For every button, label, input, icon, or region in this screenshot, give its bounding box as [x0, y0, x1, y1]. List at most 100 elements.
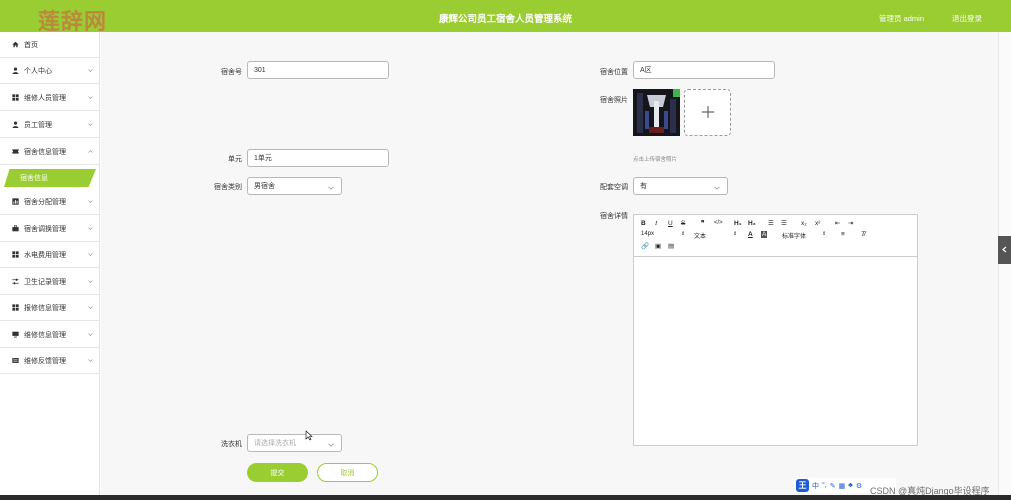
dorm-photo-label: 宿舍照片: [600, 97, 628, 104]
sidebar-item-repairman[interactable]: 维修人员管理: [0, 85, 100, 111]
dorm-location-label: 宿舍位置: [600, 69, 628, 76]
grid-icon: [12, 304, 19, 311]
top-bar: 莲辞网 康辉公司员工宿舍人员管理系统 管理员 admin 退出登录: [0, 0, 1011, 35]
sidebar: 首页 个人中心 维修人员管理 员工管理 宿舍信息管理 宿舍信息 宿舍分配管理 宿…: [0, 32, 100, 495]
dorm-type-select[interactable]: 男宿舍: [247, 177, 342, 195]
user-icon: [12, 67, 19, 74]
font-family-value: 标准字体: [782, 234, 807, 240]
outdent-icon[interactable]: ⇤: [835, 219, 840, 227]
sidebar-item-repair-report[interactable]: 报修信息管理: [0, 295, 100, 321]
user-icon: [12, 121, 19, 128]
app-title: 康辉公司员工宿舍人员管理系统: [438, 14, 572, 25]
dorm-type-label: 宿舍类别: [214, 184, 242, 191]
font-family-arrows-icon: ⇕: [822, 231, 827, 237]
logout-link[interactable]: 退出登录: [952, 13, 982, 24]
sliders-icon: [12, 278, 19, 285]
home-icon: [12, 41, 19, 48]
upload-photo-button[interactable]: [684, 89, 731, 136]
heading-2-icon[interactable]: H₂: [748, 220, 756, 227]
sidebar-item-dorm-exchange[interactable]: 宿舍调换管理: [0, 216, 100, 242]
list-icon: [12, 357, 19, 364]
link-icon[interactable]: 🔗: [641, 242, 649, 250]
quote-icon[interactable]: ❞: [701, 219, 705, 227]
upload-hint: 点击上传宿舍照片: [633, 157, 678, 163]
sidebar-item-label: 宿舍分配管理: [24, 198, 66, 206]
chevron-down-icon: [714, 185, 720, 190]
rich-text-editor[interactable]: B I U S ❞ </> H₁ H₂ ☰ ☰ x₂ x² ⇤ ⇥ 14px ⇕…: [633, 214, 918, 446]
dorm-location-input[interactable]: A区: [633, 61, 775, 79]
sidebar-item-label: 个人中心: [24, 67, 52, 75]
skin-icon[interactable]: ♣: [848, 482, 853, 489]
font-family-select[interactable]: 标准字体: [782, 231, 806, 240]
grid-icon: [12, 94, 19, 101]
font-size-arrows-icon: ⇕: [681, 231, 686, 237]
chevron-left-icon: [1002, 246, 1007, 255]
dorm-no-input[interactable]: 301: [247, 61, 389, 79]
aircon-select[interactable]: 有: [633, 177, 728, 195]
align-icon[interactable]: ≡: [841, 231, 845, 238]
sidebar-item-dorm-allocation[interactable]: 宿舍分配管理: [0, 189, 100, 215]
submit-button[interactable]: 提交: [247, 463, 308, 482]
chevron-down-icon: [328, 442, 334, 447]
cancel-button[interactable]: 取消: [317, 463, 378, 482]
sidebar-item-repair-feedback[interactable]: 维修反馈管理: [0, 348, 100, 374]
chevron-down-icon: [88, 68, 93, 73]
unit-input[interactable]: 1单元: [247, 149, 389, 167]
background-color-icon[interactable]: A: [761, 231, 768, 238]
superscript-icon[interactable]: x²: [815, 220, 820, 227]
font-size-select[interactable]: 14px: [641, 231, 654, 237]
briefcase-icon: [12, 225, 19, 232]
image-icon[interactable]: ▣: [655, 242, 661, 250]
ordered-list-icon[interactable]: ☰: [768, 219, 774, 227]
bold-icon[interactable]: B: [641, 220, 646, 227]
bullet-list-icon[interactable]: ☰: [781, 219, 787, 227]
chevron-down-icon: [88, 122, 93, 127]
washer-select[interactable]: 请选择洗衣机: [247, 434, 342, 452]
sidebar-subitem-label: 宿舍信息: [20, 175, 48, 182]
settings-icon[interactable]: ⚙: [856, 482, 862, 490]
chart-icon: [12, 198, 19, 205]
monitor-icon: [12, 331, 19, 338]
plus-icon: [701, 105, 715, 121]
code-icon[interactable]: </>: [714, 220, 723, 226]
sidebar-item-hygiene[interactable]: 卫生记录管理: [0, 269, 100, 295]
chevron-down-icon: [328, 185, 334, 190]
text-type-select[interactable]: 文本: [694, 231, 706, 240]
chevron-down-icon: [88, 199, 93, 204]
font-size-value: 14px: [641, 231, 655, 237]
chevron-down-icon: [88, 305, 93, 310]
sidebar-subitem-dorm-info[interactable]: 宿舍信息: [0, 169, 100, 187]
underline-icon[interactable]: U: [668, 220, 673, 227]
dorm-photo-thumbnail[interactable]: [633, 89, 680, 136]
pen-icon[interactable]: ✎: [830, 482, 836, 490]
sidebar-item-dorm-info[interactable]: 宿舍信息管理: [0, 139, 100, 165]
mouse-cursor-icon: [305, 430, 313, 441]
sidebar-item-personal-center[interactable]: 个人中心: [0, 58, 100, 84]
sidebar-item-label: 报修信息管理: [24, 304, 66, 312]
text-type-value: 文本: [694, 234, 707, 240]
subscript-icon[interactable]: x₂: [801, 220, 807, 227]
strikethrough-icon[interactable]: S: [681, 220, 685, 227]
sidebar-item-utility-fee[interactable]: 水电费用管理: [0, 242, 100, 268]
sidebar-item-employee[interactable]: 员工管理: [0, 112, 100, 138]
ticket-icon: [12, 148, 19, 155]
clear-format-icon[interactable]: T̸: [861, 231, 865, 238]
punctuation-icon[interactable]: °,: [822, 482, 827, 489]
text-type-arrows-icon: ⇕: [733, 231, 738, 237]
heading-1-icon[interactable]: H₁: [734, 220, 741, 227]
sidebar-item-label: 维修反馈管理: [24, 357, 66, 365]
ime-mode[interactable]: 中: [812, 481, 819, 491]
font-color-icon[interactable]: A: [748, 231, 753, 238]
video-icon[interactable]: ▤: [668, 242, 674, 250]
italic-icon[interactable]: I: [655, 220, 657, 227]
chevron-down-icon: [88, 358, 93, 363]
sidebar-item-label: 维修人员管理: [24, 94, 66, 102]
sidebar-item-label: 宿舍信息管理: [24, 148, 66, 156]
indent-icon[interactable]: ⇥: [848, 219, 853, 227]
chevron-down-icon: [88, 226, 93, 231]
collapse-panel-button[interactable]: [998, 236, 1011, 264]
sidebar-item-home[interactable]: 首页: [0, 32, 100, 58]
chevron-down-icon: [88, 95, 93, 100]
sidebar-item-repair-info[interactable]: 维修信息管理: [0, 322, 100, 348]
keyboard-icon[interactable]: ▦: [839, 482, 846, 490]
